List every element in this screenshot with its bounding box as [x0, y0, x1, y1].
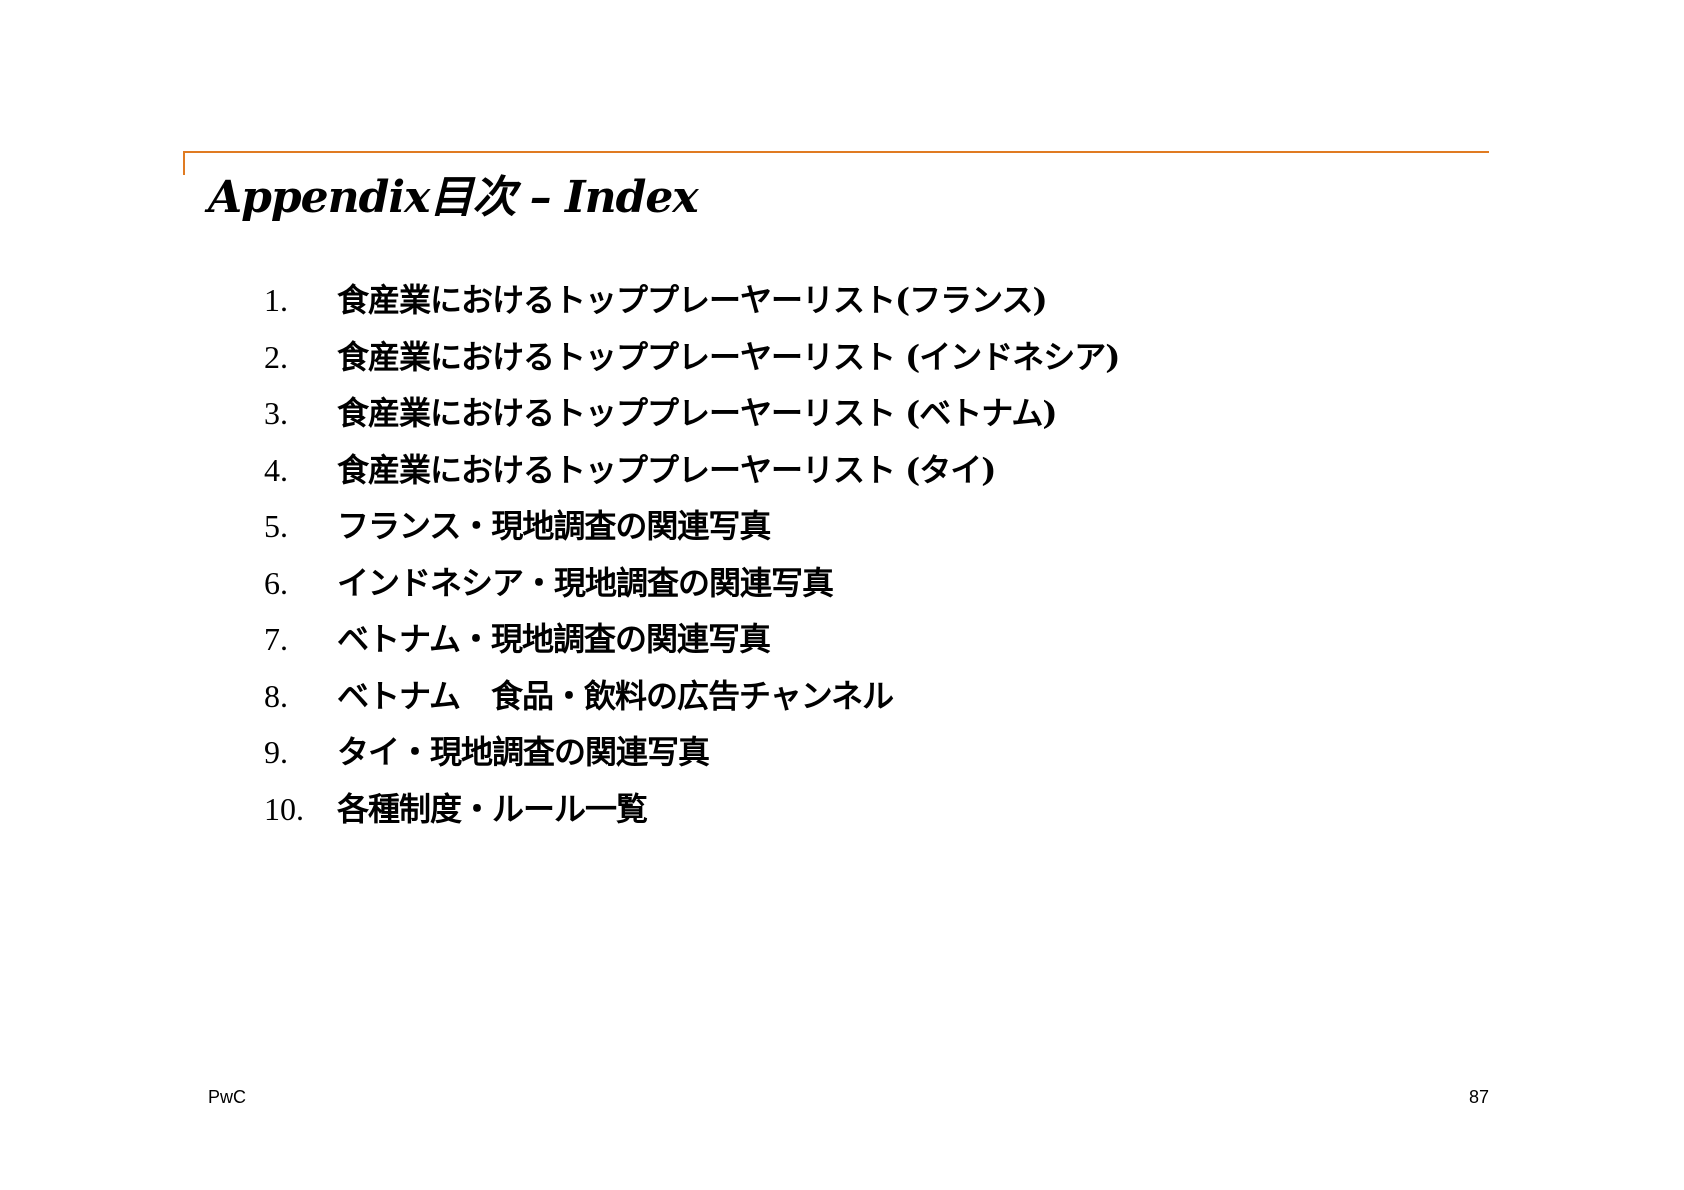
- index-list: 1. 食産業におけるトッププレーヤーリスト(フランス) 2. 食産業におけるトッ…: [264, 275, 1120, 841]
- index-item-6: 6. インドネシア・現地調査の関連写真: [264, 558, 1119, 615]
- index-item-text: 食産業におけるトッププレーヤーリスト (タイ): [337, 450, 996, 489]
- index-item-text: ベトナム・現地調査の関連写真: [337, 620, 771, 658]
- index-item-10: 10. 各種制度・ルール一覧: [264, 784, 1119, 841]
- index-item-text: 食産業におけるトッププレーヤーリスト (インドネシア): [337, 337, 1120, 376]
- index-item-2: 2. 食産業におけるトッププレーヤーリスト (インドネシア): [264, 332, 1120, 389]
- index-item-text: 各種制度・ルール一覧: [337, 789, 648, 828]
- title-accent-tick: [183, 151, 185, 175]
- index-item-7: 7. ベトナム・現地調査の関連写真: [264, 614, 1119, 671]
- index-item-number: 6.: [264, 564, 288, 601]
- index-item-8: 8. ベトナム 食品・飲料の広告チャンネル: [264, 671, 1119, 728]
- index-item-number: 7.: [264, 621, 288, 657]
- index-item-number: 8.: [264, 677, 288, 714]
- index-item-text: タイ・現地調査の関連写真: [337, 733, 710, 771]
- index-item-number: 1.: [264, 282, 288, 318]
- index-item-text: 食産業におけるトッププレーヤーリスト(フランス): [337, 281, 1048, 319]
- index-item-3: 3. 食産業におけるトッププレーヤーリスト (ベトナム): [264, 388, 1119, 445]
- index-item-9: 9. タイ・現地調査の関連写真: [264, 727, 1119, 784]
- slide: Appendix目次 – Index 1. 食産業におけるトッププレーヤーリスト…: [0, 0, 1684, 1190]
- index-item-number: 9.: [264, 734, 288, 770]
- index-item-text: ベトナム 食品・飲料の広告チャンネル: [337, 676, 894, 715]
- index-item-number: 3.: [264, 395, 288, 431]
- index-item-5: 5. フランス・現地調査の関連写真: [264, 501, 1119, 558]
- index-item-number: 4.: [264, 451, 288, 488]
- page-number: 87: [1468, 1087, 1489, 1107]
- index-item-number: 5.: [264, 508, 288, 544]
- title-accent-rule: [183, 151, 1489, 153]
- index-item-number: 10.: [264, 790, 304, 827]
- page-title: Appendix目次 – Index: [208, 172, 699, 223]
- footer-brand: PwC: [208, 1087, 247, 1107]
- index-item-number: 2.: [264, 338, 288, 375]
- index-item-1: 1. 食産業におけるトッププレーヤーリスト(フランス): [264, 275, 1119, 332]
- index-item-text: フランス・現地調査の関連写真: [337, 507, 771, 545]
- index-item-text: 食産業におけるトッププレーヤーリスト (ベトナム): [337, 394, 1057, 432]
- index-item-text: インドネシア・現地調査の関連写真: [337, 563, 834, 602]
- index-item-4: 4. 食産業におけるトッププレーヤーリスト (タイ): [264, 445, 1119, 502]
